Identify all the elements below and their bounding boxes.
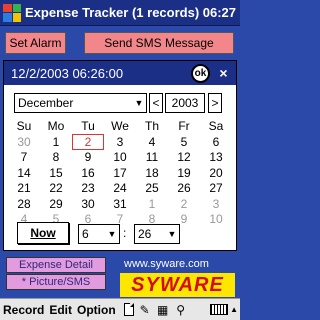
- minute-dropdown[interactable]: 26 ▼: [134, 224, 180, 244]
- calendar-day[interactable]: 25: [136, 181, 168, 197]
- calendar-day[interactable]: 3: [200, 196, 232, 212]
- tab-expense-detail[interactable]: Expense Detail: [6, 257, 106, 273]
- calendar-day[interactable]: 22: [40, 181, 72, 197]
- send-sms-button[interactable]: Send SMS Message: [84, 32, 234, 54]
- chevron-down-icon[interactable]: ▼: [132, 94, 146, 112]
- month-dropdown[interactable]: December ▼: [14, 93, 147, 113]
- month-value: December: [18, 96, 74, 110]
- calendar-day[interactable]: 6: [200, 134, 232, 150]
- chevron-down-icon[interactable]: ▼: [105, 225, 119, 243]
- date-picker-popup: 12/2/2003 06:26:00 ok × December ▼ < 200…: [3, 60, 237, 251]
- calendar-day[interactable]: 1: [40, 134, 72, 150]
- calendar-grid: Su Mo Tu We Th Fr Sa 30 1 2 3 4 5 6 7 8 9 10 11 12 13 14 15 16 1…: [8, 118, 232, 227]
- grid-icon[interactable]: ▦: [156, 302, 170, 318]
- calendar-day[interactable]: 15: [40, 165, 72, 181]
- calendar-day[interactable]: 16: [72, 165, 104, 181]
- calendar-day[interactable]: 2: [72, 134, 104, 150]
- ok-button[interactable]: ok: [191, 63, 210, 83]
- clock[interactable]: 06:27: [203, 5, 240, 20]
- calendar-day[interactable]: 11: [136, 150, 168, 166]
- new-record-icon[interactable]: [123, 303, 134, 316]
- calendar-day[interactable]: 1: [136, 196, 168, 212]
- calendar-day[interactable]: 21: [8, 181, 40, 197]
- chevron-down-icon[interactable]: ▼: [165, 225, 179, 243]
- calendar-day[interactable]: 26: [168, 181, 200, 197]
- calendar-day[interactable]: 20: [200, 165, 232, 181]
- weekday-label: We: [111, 119, 129, 133]
- weekday-label: Fr: [178, 119, 190, 133]
- selected-datetime: 12/2/2003 06:26:00: [11, 65, 124, 81]
- calendar-day[interactable]: 19: [168, 165, 200, 181]
- month-year-controls: December ▼ < 2003 >: [4, 93, 236, 113]
- close-icon[interactable]: ×: [215, 65, 232, 82]
- menu-bar: Record Edit Option ✎ ▦ ⚲ ▲: [0, 298, 240, 320]
- date-picker-header: 12/2/2003 06:26:00 ok ×: [4, 61, 236, 85]
- calendar-day[interactable]: 13: [200, 150, 232, 166]
- calendar-day[interactable]: 7: [8, 150, 40, 166]
- calendar-day[interactable]: 8: [40, 150, 72, 166]
- calendar-day[interactable]: 28: [8, 196, 40, 212]
- time-separator: :: [123, 226, 127, 240]
- weekday-label: Sa: [208, 119, 224, 133]
- weekday-label: Th: [144, 119, 159, 133]
- hour-value: 6: [82, 227, 89, 241]
- menu-edit[interactable]: Edit: [47, 303, 74, 317]
- app-title: Expense Tracker (1 records): [25, 5, 200, 20]
- title-bar: Expense Tracker (1 records) 06:27: [0, 0, 240, 26]
- calendar-day[interactable]: 2: [168, 196, 200, 212]
- menu-option[interactable]: Option: [75, 303, 118, 317]
- calendar-day[interactable]: 10: [104, 150, 136, 166]
- calendar-day[interactable]: 23: [72, 181, 104, 197]
- menu-record[interactable]: Record: [1, 303, 46, 317]
- search-icon[interactable]: ⚲: [174, 302, 188, 318]
- calendar-day[interactable]: 12: [168, 150, 200, 166]
- calendar-day[interactable]: 27: [200, 181, 232, 197]
- weekday-label: Tu: [81, 119, 95, 133]
- year-next-button[interactable]: >: [208, 93, 222, 113]
- brand-logo: SYWARE: [120, 273, 235, 297]
- weekday-label: Su: [16, 119, 32, 133]
- hour-dropdown[interactable]: 6 ▼: [78, 224, 120, 244]
- calendar-day[interactable]: 30: [72, 196, 104, 212]
- calendar-day[interactable]: 18: [136, 165, 168, 181]
- edit-icon[interactable]: ✎: [138, 302, 152, 318]
- weekday-label: Mo: [47, 119, 65, 133]
- calendar-day[interactable]: 4: [136, 134, 168, 150]
- calendar-day[interactable]: 31: [104, 196, 136, 212]
- start-menu-icon[interactable]: [3, 3, 21, 22]
- now-label: Now: [30, 226, 56, 240]
- year-prev-button[interactable]: <: [149, 93, 163, 113]
- calendar-day[interactable]: 17: [104, 165, 136, 181]
- now-button[interactable]: Now: [17, 222, 69, 244]
- minute-value: 26: [138, 227, 152, 241]
- website-url: www.syware.com: [124, 258, 209, 270]
- calendar-day[interactable]: 30: [8, 134, 40, 150]
- calendar-day[interactable]: 29: [40, 196, 72, 212]
- calendar-day[interactable]: 9: [72, 150, 104, 166]
- calendar-day[interactable]: 14: [8, 165, 40, 181]
- set-alarm-button[interactable]: Set Alarm: [5, 32, 66, 54]
- calendar-day[interactable]: 24: [104, 181, 136, 197]
- tab-picture-sms[interactable]: * Picture/SMS: [6, 274, 106, 290]
- calendar-day[interactable]: 5: [168, 134, 200, 150]
- calendar-day[interactable]: 3: [104, 134, 136, 150]
- time-row: Now 6 ▼ : 26 ▼: [4, 222, 236, 246]
- keyboard-icon[interactable]: ▲: [210, 304, 238, 315]
- year-field[interactable]: 2003: [165, 93, 205, 113]
